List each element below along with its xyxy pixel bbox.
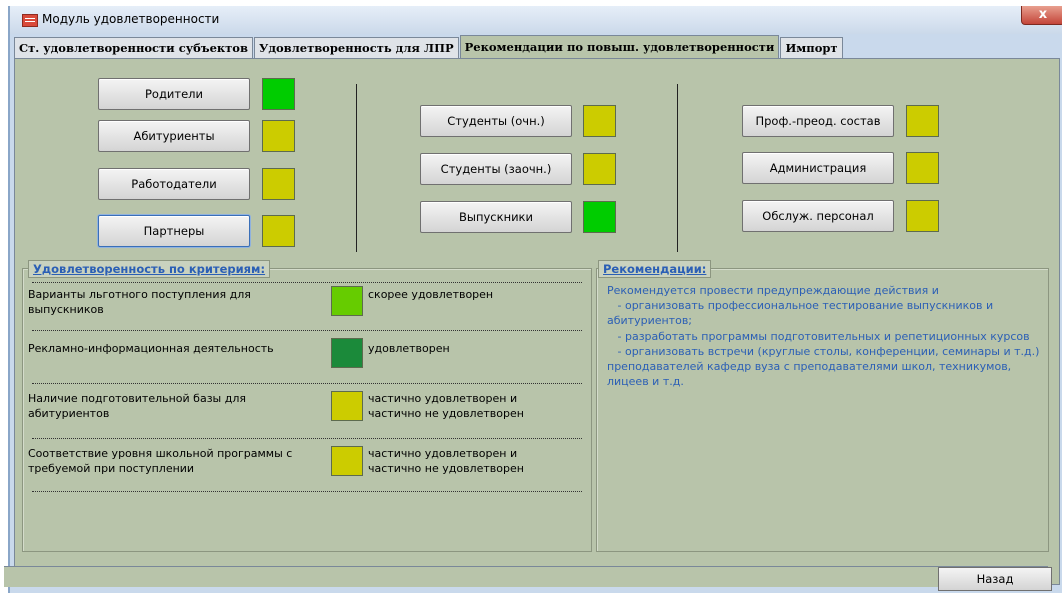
faculty-staff-status-indicator <box>906 105 939 137</box>
employers-status-indicator <box>262 168 295 200</box>
recommendations-text: Рекомендуется провести предупреждающие д… <box>607 284 1040 389</box>
criterion-label: Наличие подготовительной базы для абитур… <box>28 392 246 420</box>
criteria-panel-title: Удовлетворенность по критериям: <box>28 260 271 278</box>
students-fulltime-button[interactable]: Студенты (очн.) <box>420 105 572 137</box>
criterion-label: Варианты льготного поступления для выпус… <box>28 288 251 316</box>
title-bar: Модуль удовлетворенности <box>10 6 1062 34</box>
form-icon <box>22 14 38 27</box>
criterion-label: Рекламно-информационная деятельность <box>28 342 274 355</box>
partners-status-indicator <box>262 215 295 247</box>
criterion-status: частично удовлетворен и частично не удов… <box>368 447 524 475</box>
divider <box>32 282 582 283</box>
students-parttime-status-indicator <box>583 153 616 185</box>
faculty-staff-button[interactable]: Проф.-преод. состав <box>742 105 894 137</box>
partners-button[interactable]: Партнеры <box>98 215 250 247</box>
divider <box>32 330 582 331</box>
recommendations-panel-title: Рекомендации: <box>598 260 712 278</box>
parents-status-indicator <box>262 78 295 110</box>
footer-bar <box>4 566 1048 587</box>
column-separator-2 <box>677 84 678 252</box>
students-fulltime-status-indicator <box>583 105 616 137</box>
tab-lpr-satisfaction[interactable]: Удовлетворенность для ЛПР <box>253 37 459 58</box>
tab-import[interactable]: Импорт <box>780 37 843 58</box>
tab-subject-satisfaction[interactable]: Ст. удовлетворенности субъектов <box>14 37 253 58</box>
divider <box>32 438 582 439</box>
graduates-status-indicator <box>583 201 616 233</box>
back-button[interactable]: Назад <box>938 567 1052 591</box>
close-button[interactable]: x <box>1021 6 1062 25</box>
service-staff-button[interactable]: Обслуж. персонал <box>742 200 894 232</box>
divider <box>32 383 582 384</box>
criterion-status-indicator <box>331 338 363 368</box>
tab-recommendations[interactable]: Рекомендации по повыш. удовлетворенности <box>459 35 780 58</box>
criterion-status-indicator <box>331 446 363 476</box>
window-title: Модуль удовлетворенности <box>42 12 220 26</box>
administration-button[interactable]: Администрация <box>742 152 894 184</box>
tab-strip: Ст. удовлетворенности субъектов Удовлетв… <box>14 35 844 58</box>
graduates-button[interactable]: Выпускники <box>420 201 572 233</box>
criterion-status: скорее удовлетворен <box>368 288 494 301</box>
applicants-status-indicator <box>262 120 295 152</box>
criterion-status-indicator <box>331 286 363 316</box>
criterion-status: удовлетворен <box>368 342 450 355</box>
column-separator-1 <box>356 84 357 252</box>
applicants-button[interactable]: Абитуриенты <box>98 120 250 152</box>
divider <box>32 491 582 492</box>
criterion-label: Соответствие уровня школьной программы с… <box>28 447 293 475</box>
employers-button[interactable]: Работодатели <box>98 168 250 200</box>
criterion-status-indicator <box>331 391 363 421</box>
students-parttime-button[interactable]: Студенты (заочн.) <box>420 153 572 185</box>
service-staff-status-indicator <box>906 200 939 232</box>
administration-status-indicator <box>906 152 939 184</box>
criterion-status: частично удовлетворен и частично не удов… <box>368 392 524 420</box>
parents-button[interactable]: Родители <box>98 78 250 110</box>
